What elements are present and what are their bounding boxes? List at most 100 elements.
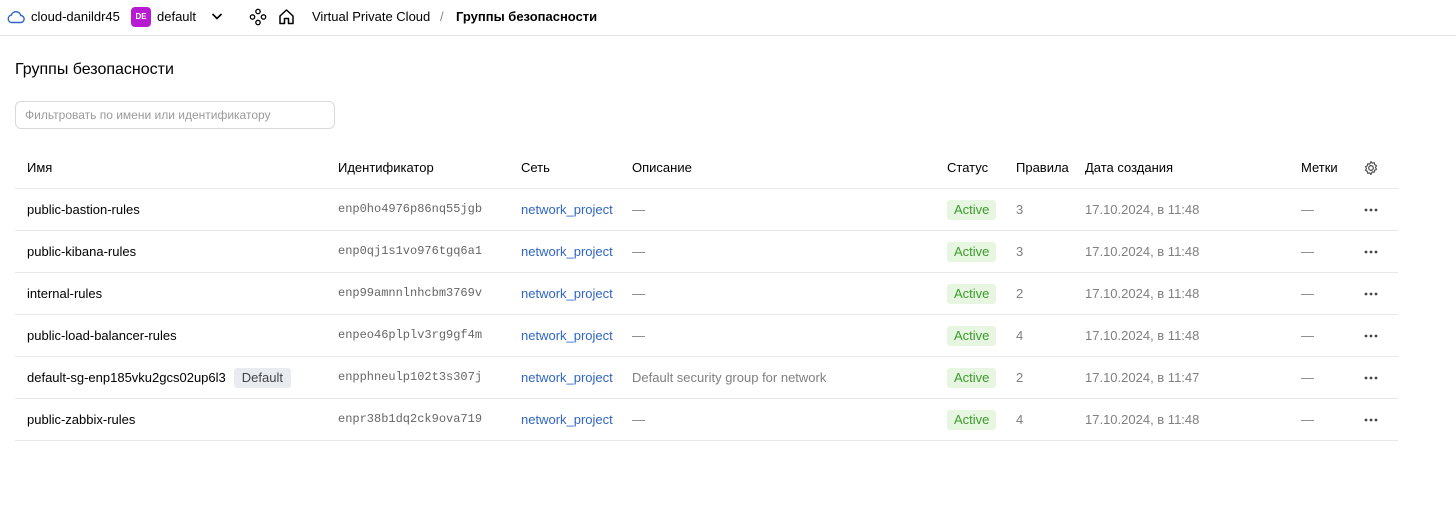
row-name-text: public-load-balancer-rules: [27, 328, 177, 343]
row-name[interactable]: default-sg-enp185vku2gcs02up6l3 Default: [27, 357, 291, 398]
row-status: Active: [947, 357, 997, 398]
table-row[interactable]: default-sg-enp185vku2gcs02up6l3 Default e…: [15, 357, 1398, 399]
row-description: —: [632, 412, 645, 427]
row-actions[interactable]: [1363, 231, 1379, 272]
row-name-text: public-kibana-rules: [27, 244, 137, 259]
top-bar: cloud-danildr45 DE default Virtual Priva…: [0, 0, 1456, 36]
row-name-text: public-zabbix-rules: [27, 412, 136, 427]
row-description: —: [632, 328, 645, 343]
services-icon[interactable]: [249, 8, 267, 26]
row-status: Active: [947, 273, 997, 314]
table-row[interactable]: public-load-balancer-rules enpeo46plplv3…: [15, 315, 1398, 357]
row-name-text: public-bastion-rules: [27, 202, 140, 217]
table-row[interactable]: public-zabbix-rules enpr38b1dq2ck9ova719…: [15, 399, 1398, 441]
table-row[interactable]: public-kibana-rules enp0qj1s1vo976tgq6a1…: [15, 231, 1398, 273]
status-badge: Active: [947, 199, 997, 220]
row-network-link[interactable]: network_project: [521, 189, 613, 230]
row-created: 17.10.2024, в 11:48: [1085, 244, 1200, 259]
row-actions[interactable]: [1363, 189, 1379, 230]
table-row[interactable]: public-bastion-rules enp0ho4976p86nq55jg…: [15, 189, 1398, 231]
row-labels: —: [1301, 244, 1314, 259]
row-rules-count: 3: [1016, 202, 1024, 217]
row-rules-count: 3: [1016, 244, 1024, 259]
more-icon[interactable]: [1364, 334, 1378, 338]
row-network-link[interactable]: network_project: [521, 273, 613, 314]
status-badge: Active: [947, 325, 997, 346]
home-icon[interactable]: [278, 8, 295, 25]
row-id: enp0ho4976p86nq55jgb: [338, 202, 483, 216]
row-status: Active: [947, 189, 997, 230]
status-badge: Active: [947, 367, 997, 388]
column-header-labels[interactable]: Метки: [1301, 147, 1338, 188]
row-status: Active: [947, 399, 997, 440]
cloud-icon: [7, 11, 25, 24]
row-description: Default security group for network: [632, 370, 827, 385]
column-header-name[interactable]: Имя: [27, 147, 52, 188]
cloud-selector[interactable]: cloud-danildr45: [31, 9, 120, 25]
table-header: Имя Идентификатор Сеть Описание Статус П…: [15, 147, 1398, 189]
row-name-text: default-sg-enp185vku2gcs02up6l3: [27, 370, 226, 385]
row-network-link[interactable]: network_project: [521, 231, 613, 272]
row-description: —: [632, 286, 645, 301]
chevron-down-icon[interactable]: [210, 9, 224, 23]
status-badge: Active: [947, 241, 997, 262]
filter-input[interactable]: [15, 101, 335, 129]
page-title: Группы безопасности: [15, 61, 174, 78]
more-icon[interactable]: [1364, 208, 1378, 212]
status-badge: Active: [947, 409, 997, 430]
row-labels: —: [1301, 202, 1314, 217]
row-name[interactable]: public-zabbix-rules: [27, 399, 135, 440]
column-header-created[interactable]: Дата создания: [1085, 147, 1173, 188]
row-name-text: internal-rules: [27, 286, 103, 301]
row-network-link[interactable]: network_project: [521, 315, 613, 356]
security-groups-table: Имя Идентификатор Сеть Описание Статус П…: [15, 147, 1398, 441]
more-icon[interactable]: [1364, 418, 1378, 422]
gear-icon[interactable]: [1363, 160, 1379, 176]
row-rules-count: 4: [1016, 412, 1024, 427]
row-actions[interactable]: [1363, 273, 1379, 314]
row-labels: —: [1301, 328, 1314, 343]
row-created: 17.10.2024, в 11:48: [1085, 412, 1200, 427]
column-header-network[interactable]: Сеть: [521, 147, 550, 188]
row-rules-count: 2: [1016, 370, 1024, 385]
row-name[interactable]: internal-rules: [27, 273, 102, 314]
row-description: —: [632, 244, 645, 259]
row-labels: —: [1301, 286, 1314, 301]
row-labels: —: [1301, 370, 1314, 385]
more-icon[interactable]: [1364, 376, 1378, 380]
status-badge: Active: [947, 283, 997, 304]
row-created: 17.10.2024, в 11:47: [1085, 370, 1200, 385]
folder-avatar[interactable]: DE: [131, 7, 151, 27]
row-rules-count: 2: [1016, 286, 1024, 301]
row-actions[interactable]: [1363, 315, 1379, 356]
row-actions[interactable]: [1363, 357, 1379, 398]
row-rules-count: 4: [1016, 328, 1024, 343]
column-header-id[interactable]: Идентификатор: [338, 147, 434, 188]
column-header-rules[interactable]: Правила: [1016, 147, 1069, 188]
column-header-status[interactable]: Статус: [947, 147, 988, 188]
row-network-link[interactable]: network_project: [521, 399, 613, 440]
row-network-link[interactable]: network_project: [521, 357, 613, 398]
row-name[interactable]: public-bastion-rules: [27, 189, 140, 230]
row-id: enpr38b1dq2ck9ova719: [338, 412, 483, 426]
row-status: Active: [947, 315, 997, 356]
row-created: 17.10.2024, в 11:48: [1085, 202, 1200, 217]
breadcrumb-current: Группы безопасности: [456, 9, 598, 24]
row-id: enpphneulp102t3s307j: [338, 370, 483, 384]
row-name[interactable]: public-load-balancer-rules: [27, 315, 177, 356]
row-status: Active: [947, 231, 997, 272]
row-description: —: [632, 202, 645, 217]
row-id: enp0qj1s1vo976tgq6a1: [338, 244, 483, 258]
row-labels: —: [1301, 412, 1314, 427]
row-id: enp99amnnlnhcbm3769v: [338, 286, 483, 300]
row-id: enpeo46plplv3rg9gf4m: [338, 328, 483, 342]
row-name[interactable]: public-kibana-rules: [27, 231, 136, 272]
breadcrumb-vpc[interactable]: Virtual Private Cloud: [312, 9, 430, 25]
table-row[interactable]: internal-rules enp99amnnlnhcbm3769v netw…: [15, 273, 1398, 315]
column-header-description[interactable]: Описание: [632, 147, 692, 188]
row-actions[interactable]: [1363, 399, 1379, 440]
row-created: 17.10.2024, в 11:48: [1085, 328, 1200, 343]
folder-selector[interactable]: default: [157, 9, 196, 25]
more-icon[interactable]: [1364, 292, 1378, 296]
more-icon[interactable]: [1364, 250, 1378, 254]
